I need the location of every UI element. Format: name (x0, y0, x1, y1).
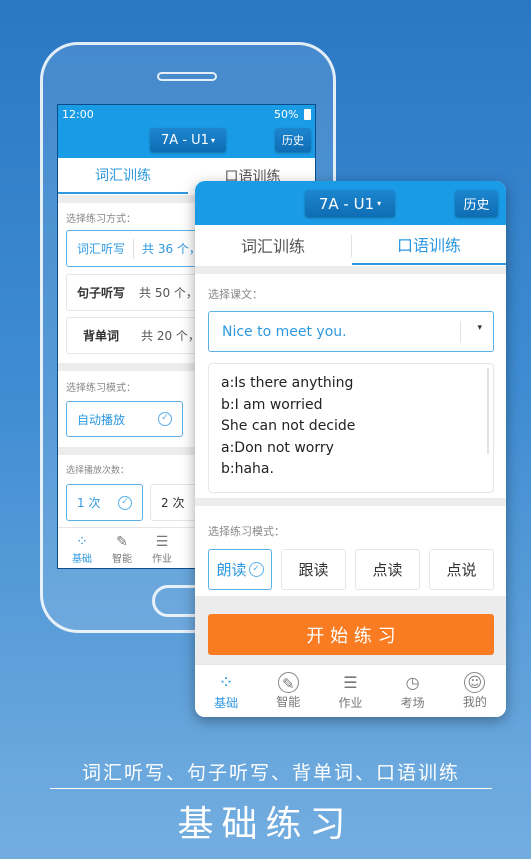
method-label: 选择练习方式： (66, 214, 136, 225)
unit-selector[interactable]: 7A - U1 ▾ (150, 128, 226, 152)
tab-vocabulary[interactable]: 词汇训练 (58, 158, 188, 194)
check-icon: ✓ (158, 412, 172, 426)
chevron-down-icon: ▾ (477, 323, 482, 333)
clipboard-icon: ☰ (343, 672, 358, 692)
mode-point-speak[interactable]: 点说 (429, 549, 494, 590)
nav-exam[interactable]: ◷ 考场 (401, 672, 425, 711)
nav-basic[interactable]: ⁘ 基础 (214, 672, 238, 711)
count-label: 选择播放次数： (66, 466, 130, 476)
mode-read-aloud[interactable]: 朗读 ✓ (208, 549, 272, 590)
caption-title: 基础练习 (177, 804, 354, 845)
tab-speaking[interactable]: 口语训练 (352, 225, 506, 265)
count-option[interactable]: 1 次 ✓ (66, 484, 143, 521)
front-screen: 7A - U1 ▾ 历史 词汇训练 口语训练 选择课文： Nice to meet… (195, 181, 506, 717)
history-button[interactable]: 历史 (275, 128, 311, 152)
text-label: 选择课文： (208, 288, 263, 301)
pencil-circle-icon: ✎ (116, 533, 128, 550)
mode-follow-read[interactable]: 跟读 (281, 549, 346, 590)
chevron-down-icon: ▾ (377, 199, 382, 208)
check-icon: ✓ (248, 562, 264, 577)
clock-camera-icon: ◷ (405, 672, 420, 692)
nav-homework[interactable]: ☰ 作业 (152, 534, 172, 565)
nav-homework[interactable]: ☰ 作业 (338, 672, 362, 711)
divider (195, 266, 506, 274)
nav-basic[interactable]: ⁘ 基础 (72, 534, 92, 565)
grid-icon: ⁘ (218, 671, 234, 693)
start-practice-button[interactable]: 开 始 练 习 (208, 614, 494, 655)
mode-label: 选择练习模式： (66, 383, 136, 394)
text-select[interactable]: Nice to meet you. ▾ (208, 311, 494, 352)
check-icon: ✓ (118, 495, 132, 510)
battery-icon (304, 109, 311, 120)
mode-option[interactable]: 自动播放 ✓ (66, 401, 183, 437)
tab-vocabulary[interactable]: 词汇训练 (195, 225, 351, 265)
mode-label: 选择练习模式： (208, 525, 285, 538)
grid-icon: ⁘ (76, 533, 88, 550)
unit-selector[interactable]: 7A - U1 ▾ (305, 190, 395, 217)
history-button[interactable]: 历史 (455, 190, 498, 217)
phone-speaker (157, 72, 217, 81)
clipboard-icon: ☰ (155, 533, 169, 550)
bottom-nav: ⁘ 基础 ✎ 智能 ☰ 作业 ◷ 考场 ☺ 我的 (195, 664, 506, 717)
status-battery: 50% (274, 108, 299, 121)
back-bottom-nav: ⁘ 基础 ✎ 智能 ☰ 作业 (58, 527, 198, 568)
scrollbar[interactable] (487, 368, 489, 454)
nav-smart[interactable]: ✎ 智能 (112, 534, 132, 565)
chevron-down-icon: ▾ (210, 135, 215, 145)
nav-smart[interactable]: ✎ 智能 (276, 672, 300, 710)
caption-subtitle: 词汇听写、句子听写、背单词、口语训练 (50, 758, 492, 789)
nav-mine[interactable]: ☺ 我的 (463, 672, 487, 710)
dialogue-text[interactable]: a:Is there anything b:I am worried She c… (208, 363, 494, 493)
user-icon: ☺ (464, 672, 486, 693)
status-time: 12:00 (62, 108, 94, 121)
divider (195, 498, 506, 506)
pencil-circle-icon: ✎ (277, 672, 299, 693)
mode-point-read[interactable]: 点读 (355, 549, 420, 590)
